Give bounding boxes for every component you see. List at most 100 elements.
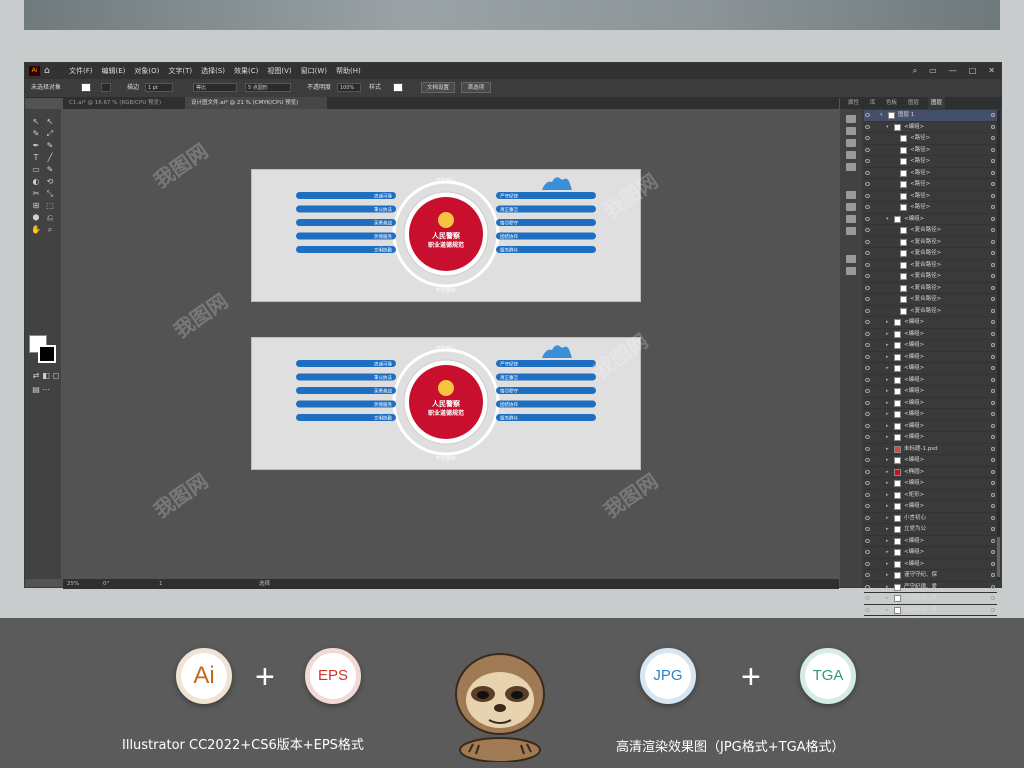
expand-toggle-icon[interactable]: ▸	[886, 467, 889, 478]
target-icon[interactable]	[991, 124, 995, 129]
target-icon[interactable]	[991, 527, 995, 531]
target-icon[interactable]	[991, 205, 995, 209]
target-icon[interactable]	[991, 193, 995, 198]
expand-toggle-icon[interactable]: ▸	[886, 605, 889, 616]
stroke-input[interactable]: 1 pt	[145, 83, 173, 92]
target-icon[interactable]	[991, 354, 995, 359]
expand-toggle-icon[interactable]: ▸	[886, 570, 889, 581]
target-icon[interactable]	[991, 504, 995, 508]
more-tools-icon[interactable]: ⋯	[41, 385, 51, 395]
layer-row[interactable]: ▸ <编组>	[864, 501, 997, 513]
search-icon[interactable]: ⌕	[913, 63, 917, 79]
comments-icon[interactable]	[846, 267, 856, 275]
target-icon[interactable]	[991, 561, 995, 566]
layer-row[interactable]: ▸ <编组>	[864, 559, 997, 570]
scale-tool-icon[interactable]: ⤡	[45, 189, 55, 199]
layers-scroll-thumb[interactable]	[997, 537, 1000, 577]
target-icon[interactable]	[991, 216, 995, 221]
visibility-eye-icon[interactable]	[865, 182, 870, 186]
layer-row[interactable]: ▸ <矩形>	[864, 490, 997, 501]
properties-icon[interactable]	[846, 115, 856, 123]
menu-item[interactable]: 选择(S)	[201, 63, 225, 79]
color-icon[interactable]	[846, 139, 856, 147]
expand-toggle-icon[interactable]: ▸	[886, 398, 889, 409]
stroke-swatch[interactable]	[101, 83, 111, 92]
menu-item[interactable]: 效果(C)	[234, 63, 258, 79]
magic-wand-icon[interactable]: ✎	[31, 129, 41, 139]
layer-row[interactable]: ▸ 立党为公	[864, 524, 997, 536]
layer-row[interactable]: ▸ <椭圆>	[864, 467, 997, 478]
opacity-input[interactable]: 100%	[337, 83, 361, 92]
expand-toggle-icon[interactable]: ▾	[886, 122, 889, 133]
mesh-icon[interactable]: ⎌	[45, 213, 55, 223]
layer-row[interactable]: <复合路径>	[864, 294, 997, 306]
tab-c1[interactable]: C1.ai* @ 16.67 % (RGB/CPU 预览)	[63, 97, 195, 109]
transparency-icon[interactable]	[846, 215, 856, 223]
tab-properties[interactable]: 属性	[848, 97, 859, 109]
brush-select[interactable]: 5 点圆形	[245, 83, 291, 92]
expand-toggle-icon[interactable]: ▸	[886, 409, 889, 420]
layer-row[interactable]: ▾ <编组>	[864, 122, 997, 133]
visibility-eye-icon[interactable]	[865, 596, 870, 600]
pencil-tool-icon[interactable]: ✎	[45, 165, 55, 175]
layer-row[interactable]: <复合路径>	[864, 237, 997, 248]
layer-row[interactable]: <路径>	[864, 202, 997, 214]
expand-toggle-icon[interactable]: ▸	[886, 501, 889, 512]
layer-row[interactable]: ▾ <编组>	[864, 214, 997, 225]
visibility-eye-icon[interactable]	[865, 492, 870, 497]
expand-toggle-icon[interactable]: ▸	[886, 432, 889, 443]
visibility-eye-icon[interactable]	[865, 285, 870, 290]
tab-swatches[interactable]: 色板	[886, 97, 897, 109]
hand-tool-icon[interactable]: ✋	[31, 225, 41, 235]
target-icon[interactable]	[991, 584, 995, 589]
style-swatch[interactable]	[393, 83, 403, 92]
target-icon[interactable]	[991, 389, 995, 393]
expand-toggle-icon[interactable]: ▾	[880, 110, 883, 121]
visibility-eye-icon[interactable]	[865, 366, 870, 370]
appearance-icon[interactable]	[846, 227, 856, 235]
layer-row[interactable]: ▸ <编组>	[864, 375, 997, 386]
target-icon[interactable]	[991, 343, 995, 347]
visibility-eye-icon[interactable]	[865, 124, 870, 129]
visibility-eye-icon[interactable]	[865, 584, 870, 589]
menu-item[interactable]: 帮助(H)	[336, 63, 361, 79]
target-icon[interactable]	[991, 182, 995, 186]
target-icon[interactable]	[991, 607, 995, 612]
layer-row[interactable]: ▸ <编组>	[864, 329, 997, 340]
visibility-eye-icon[interactable]	[865, 607, 870, 612]
expand-toggle-icon[interactable]: ▸	[886, 352, 889, 363]
expand-toggle-icon[interactable]: ▸	[886, 524, 889, 535]
tab-design-file[interactable]: 设计图文件.ai* @ 21 % (CMYK/CPU 预览)	[185, 97, 327, 109]
artboard-number[interactable]: 1	[159, 579, 163, 589]
draw-mode-icon[interactable]: ◻	[51, 371, 61, 381]
layer-row[interactable]: ▸ <编组>	[864, 340, 997, 352]
document-setup-button[interactable]: 文档设置	[421, 82, 455, 93]
layer-row[interactable]: ▸ <编组>	[864, 363, 997, 375]
visibility-eye-icon[interactable]	[865, 469, 870, 474]
visibility-eye-icon[interactable]	[865, 538, 870, 543]
maximize-icon[interactable]: □	[969, 63, 977, 79]
visibility-eye-icon[interactable]	[865, 216, 870, 221]
pen-tool-icon[interactable]: ✒	[31, 141, 41, 151]
fill-swatch[interactable]	[81, 83, 91, 92]
layer-row[interactable]: ▸ 未标题-1.psd	[864, 444, 997, 455]
visibility-eye-icon[interactable]	[865, 377, 870, 382]
brushes-icon[interactable]	[846, 151, 856, 159]
target-icon[interactable]	[991, 377, 995, 382]
layer-row[interactable]: <复合路径>	[864, 260, 997, 271]
curvature-icon[interactable]: ✎	[45, 141, 55, 151]
target-icon[interactable]	[991, 308, 995, 313]
visibility-eye-icon[interactable]	[865, 274, 870, 278]
layer-row[interactable]: <路径>	[864, 156, 997, 168]
layer-row[interactable]: <路径>	[864, 133, 997, 145]
expand-toggle-icon[interactable]: ▸	[886, 329, 889, 340]
layer-row[interactable]: ▸ 严守纪律、爱	[864, 582, 997, 593]
rotate-tool-icon[interactable]: ⟲	[45, 177, 55, 187]
layer-row[interactable]: ▸ <编组>	[864, 547, 997, 559]
tab-layers-2[interactable]: 图层	[908, 97, 919, 109]
visibility-eye-icon[interactable]	[865, 331, 870, 336]
visibility-eye-icon[interactable]	[865, 389, 870, 393]
visibility-eye-icon[interactable]	[865, 354, 870, 359]
target-icon[interactable]	[991, 366, 995, 370]
layer-row[interactable]: ▸ <编组>	[864, 398, 997, 409]
